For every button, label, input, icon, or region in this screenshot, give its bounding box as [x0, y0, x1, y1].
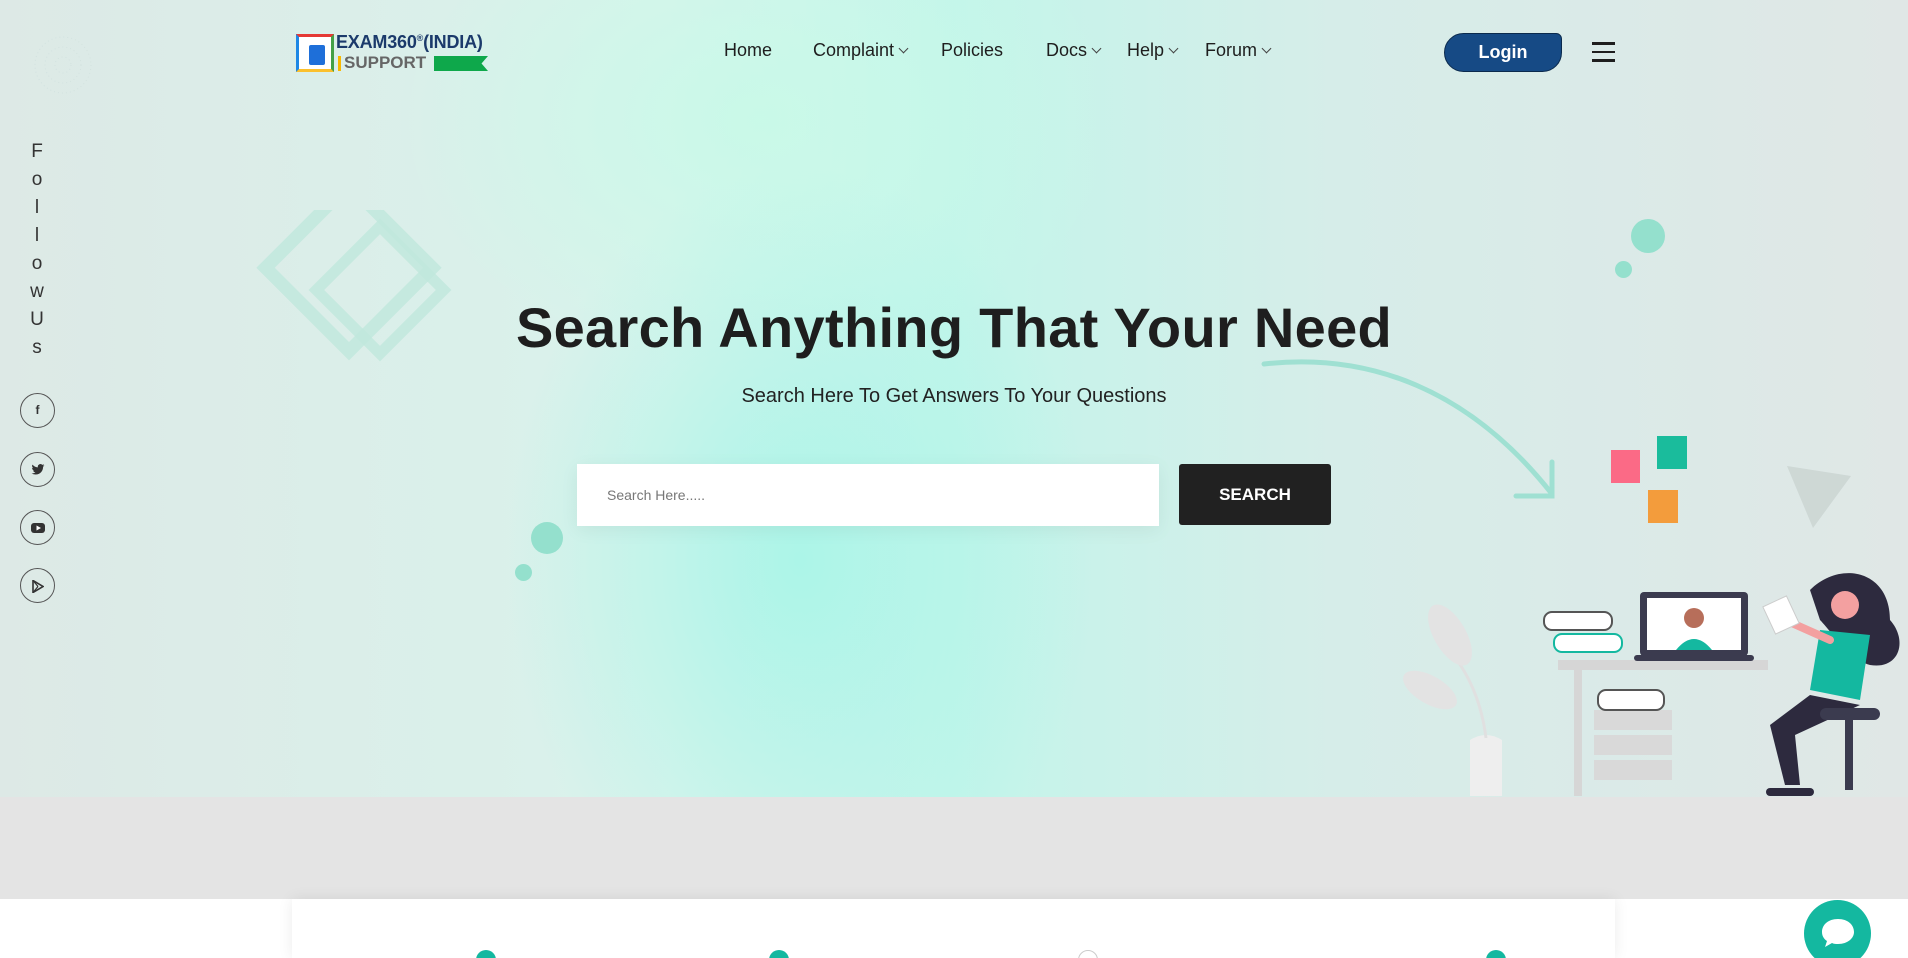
decorative-dot-pattern — [34, 36, 92, 94]
nav-home[interactable]: Home — [724, 40, 772, 61]
chevron-down-icon — [898, 43, 909, 54]
logo-accent-bar — [338, 56, 341, 71]
woman-at-desk-illustration — [1403, 573, 1900, 796]
login-button[interactable]: Login — [1444, 33, 1562, 72]
page-title: Search Anything That Your Need — [515, 296, 1393, 359]
logo-title: EXAM360®(INDIA) — [336, 32, 483, 52]
chat-button[interactable] — [1804, 900, 1871, 958]
nav-forum[interactable]: Forum — [1205, 40, 1272, 61]
search-button[interactable]: SEARCH — [1179, 464, 1331, 525]
feature-icon — [476, 950, 496, 958]
hero-section: EXAM360®(INDIA) SUPPORT Home Complaint P… — [0, 0, 1908, 797]
youtube-icon[interactable] — [20, 510, 55, 545]
hamburger-menu-icon[interactable] — [1592, 42, 1615, 62]
features-card — [292, 899, 1615, 958]
section-divider — [0, 797, 1908, 899]
decorative-circle — [1615, 261, 1632, 278]
page-subtitle: Search Here To Get Answers To Your Quest… — [741, 385, 1167, 407]
decorative-square-pink — [1611, 450, 1640, 483]
chevron-down-icon — [1168, 43, 1179, 54]
decorative-square-teal — [1657, 436, 1687, 469]
logo-subtitle: SUPPORT — [344, 53, 427, 72]
google-play-icon[interactable] — [20, 568, 55, 603]
feature-icon — [1078, 950, 1098, 958]
decorative-circle — [531, 522, 563, 554]
chevron-down-icon — [1091, 43, 1102, 54]
nav-help[interactable]: Help — [1127, 40, 1179, 61]
chat-bubble-icon — [1822, 919, 1854, 947]
decorative-triangle — [1787, 466, 1851, 528]
feature-icon — [1486, 950, 1506, 958]
nav-policies[interactable]: Policies — [941, 40, 1003, 61]
nav-docs[interactable]: Docs — [1046, 40, 1102, 61]
logo-flag — [434, 56, 488, 71]
brand-logo[interactable]: EXAM360®(INDIA) SUPPORT — [296, 32, 490, 74]
decorative-square-orange — [1648, 490, 1678, 523]
nav-complaint[interactable]: Complaint — [813, 40, 909, 61]
shopping-bag-logo-icon — [296, 34, 334, 72]
search-input[interactable] — [577, 464, 1159, 526]
chevron-down-icon — [1261, 43, 1272, 54]
decorative-circle — [515, 564, 532, 581]
decorative-circle — [1631, 219, 1665, 253]
twitter-icon[interactable] — [20, 452, 55, 487]
feature-icon — [769, 950, 789, 958]
